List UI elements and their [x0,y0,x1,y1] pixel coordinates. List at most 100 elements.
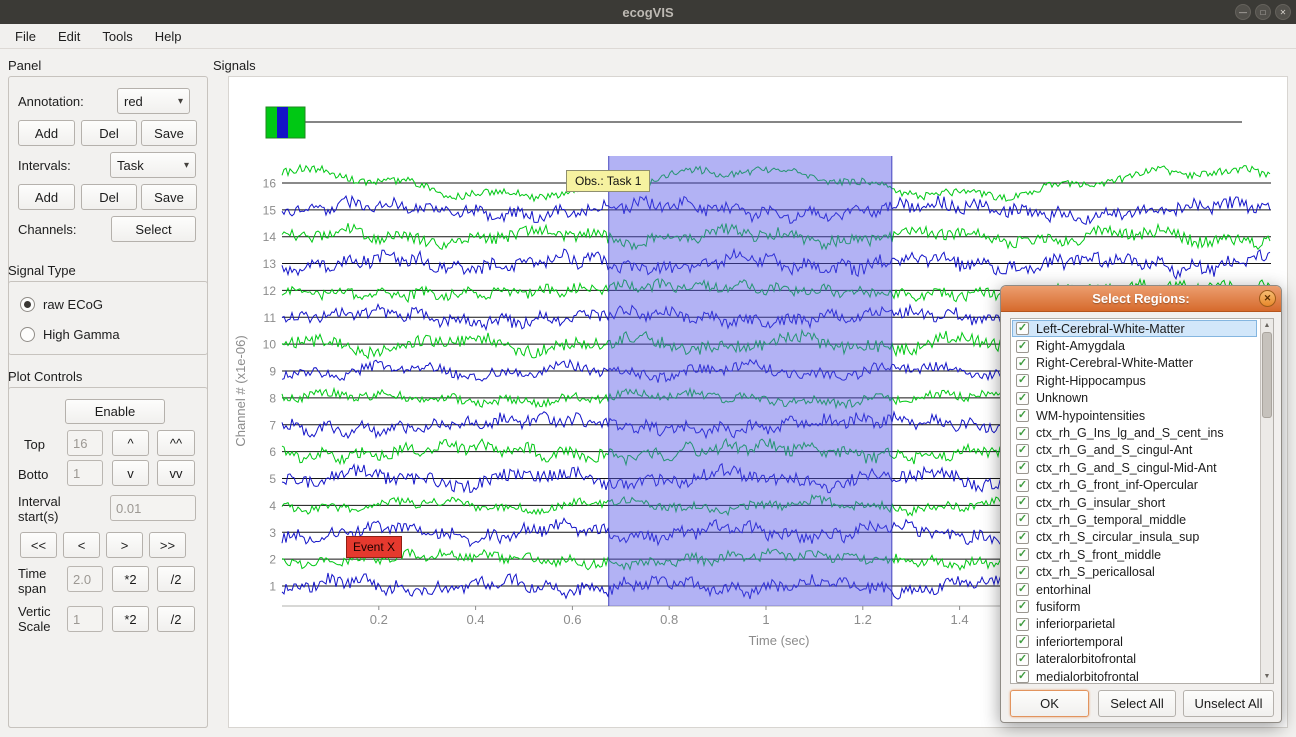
checkbox-checked-icon[interactable]: ✓ [1016,670,1029,683]
dialog-titlebar[interactable]: Select Regions: ✕ [1001,286,1281,312]
region-list-item[interactable]: ✓ WM-hypointensities [1012,407,1257,424]
event-annotation-label[interactable]: Event X [346,536,402,558]
region-list-item[interactable]: ✓ ctx_rh_S_circular_insula_sup [1012,529,1257,546]
menu-help[interactable]: Help [144,24,193,48]
checkbox-checked-icon[interactable]: ✓ [1016,600,1029,613]
menu-tools[interactable]: Tools [91,24,143,48]
region-list-item[interactable]: ✓ Right-Hippocampus [1012,372,1257,389]
checkbox-checked-icon[interactable]: ✓ [1016,374,1029,387]
region-name: ctx_rh_G_insular_short [1036,496,1165,510]
annotation-del-button[interactable]: Del [81,120,137,146]
maximize-button[interactable]: □ [1255,4,1271,20]
y-tick-label: 4 [269,499,276,513]
menu-edit[interactable]: Edit [47,24,91,48]
checkbox-checked-icon[interactable]: ✓ [1016,427,1029,440]
region-list-scrollbar[interactable]: ▲ ▼ [1260,319,1273,683]
channel-up-button[interactable]: ^ [112,430,149,456]
region-list-item[interactable]: ✓ ctx_rh_G_temporal_middle [1012,511,1257,528]
region-list-item[interactable]: ✓ inferiortemporal [1012,633,1257,650]
checkbox-checked-icon[interactable]: ✓ [1016,392,1029,405]
region-list-item[interactable]: ✓ Right-Cerebral-White-Matter [1012,355,1257,372]
select-all-button[interactable]: Select All [1098,690,1176,717]
minimize-button[interactable]: — [1235,4,1251,20]
intervals-add-button[interactable]: Add [18,184,75,210]
checkbox-checked-icon[interactable]: ✓ [1016,513,1029,526]
timeline-window-indicator[interactable] [277,107,288,138]
scrollbar-thumb[interactable] [1262,332,1272,418]
checkbox-checked-icon[interactable]: ✓ [1016,531,1029,544]
time-span-input[interactable] [67,566,103,592]
intervals-save-button[interactable]: Save [141,184,197,210]
vertical-scale-double-button[interactable]: *2 [112,606,149,632]
intervals-select[interactable]: Task ▾ [110,152,196,178]
top-channel-input[interactable] [67,430,103,456]
step-forward-button[interactable]: > [106,532,143,558]
checkbox-checked-icon[interactable]: ✓ [1016,357,1029,370]
time-span-half-button[interactable]: /2 [157,566,195,592]
region-list-item[interactable]: ✓ Left-Cerebral-White-Matter [1012,320,1257,337]
vertical-scale-input[interactable] [67,606,103,632]
region-list-item[interactable]: ✓ lateralorbitofrontal [1012,650,1257,667]
checkbox-checked-icon[interactable]: ✓ [1016,322,1029,335]
region-list-item[interactable]: ✓ entorhinal [1012,581,1257,598]
region-list-item[interactable]: ✓ ctx_rh_G_and_S_cingul-Mid-Ant [1012,459,1257,476]
annotation-add-button[interactable]: Add [18,120,75,146]
interval-start-input[interactable] [110,495,196,521]
checkbox-checked-icon[interactable]: ✓ [1016,496,1029,509]
page-back-button[interactable]: << [20,532,57,558]
menu-file[interactable]: File [4,24,47,48]
ok-button[interactable]: OK [1010,690,1089,717]
region-list-item[interactable]: ✓ Unknown [1012,390,1257,407]
panel-section-title: Panel [8,58,41,73]
region-list-item[interactable]: ✓ ctx_rh_G_insular_short [1012,494,1257,511]
channel-down-fast-button[interactable]: vv [157,460,195,486]
scroll-up-icon[interactable]: ▲ [1261,319,1273,332]
region-list-item[interactable]: ✓ ctx_rh_G_and_S_cingul-Ant [1012,442,1257,459]
checkbox-checked-icon[interactable]: ✓ [1016,618,1029,631]
close-button[interactable]: ✕ [1275,4,1291,20]
checkbox-checked-icon[interactable]: ✓ [1016,479,1029,492]
interval-annotation-label[interactable]: Obs.: Task 1 [566,170,650,192]
radio-high-gamma[interactable]: High Gamma [20,326,120,343]
intervals-del-button[interactable]: Del [81,184,137,210]
signal-type-title: Signal Type [8,263,76,278]
checkbox-checked-icon[interactable]: ✓ [1016,653,1029,666]
enable-button[interactable]: Enable [65,399,165,424]
annotation-save-button[interactable]: Save [141,120,197,146]
checkbox-checked-icon[interactable]: ✓ [1016,409,1029,422]
region-list-item[interactable]: ✓ Right-Amygdala [1012,337,1257,354]
channel-down-button[interactable]: v [112,460,149,486]
dialog-close-button[interactable]: ✕ [1259,290,1276,307]
bottom-channel-input[interactable] [67,460,103,486]
scroll-down-icon[interactable]: ▼ [1261,670,1273,683]
checkbox-checked-icon[interactable]: ✓ [1016,548,1029,561]
region-name: Right-Cerebral-White-Matter [1036,356,1193,370]
region-list-item[interactable]: ✓ ctx_rh_S_pericallosal [1012,563,1257,580]
radio-unselected-icon [20,327,35,342]
vertical-scale-half-button[interactable]: /2 [157,606,195,632]
region-name: inferiorparietal [1036,617,1115,631]
region-list-item[interactable]: ✓ ctx_rh_S_front_middle [1012,546,1257,563]
region-name: ctx_rh_G_Ins_lg_and_S_cent_ins [1036,426,1224,440]
region-list-item[interactable]: ✓ ctx_rh_G_Ins_lg_and_S_cent_ins [1012,424,1257,441]
region-list-item[interactable]: ✓ ctx_rh_G_front_inf-Opercular [1012,477,1257,494]
checkbox-checked-icon[interactable]: ✓ [1016,635,1029,648]
task-interval-overlay[interactable] [609,156,892,606]
channels-select-button[interactable]: Select [111,216,196,242]
channel-up-fast-button[interactable]: ^^ [157,430,195,456]
checkbox-checked-icon[interactable]: ✓ [1016,444,1029,457]
region-list-item[interactable]: ✓ medialorbitofrontal [1012,668,1257,684]
annotation-select[interactable]: red ▾ [117,88,190,114]
time-span-double-button[interactable]: *2 [112,566,149,592]
checkbox-checked-icon[interactable]: ✓ [1016,340,1029,353]
channels-label: Channels: [18,222,77,237]
step-back-button[interactable]: < [63,532,100,558]
unselect-all-button[interactable]: Unselect All [1183,690,1274,717]
checkbox-checked-icon[interactable]: ✓ [1016,461,1029,474]
checkbox-checked-icon[interactable]: ✓ [1016,566,1029,579]
region-list-item[interactable]: ✓ inferiorparietal [1012,616,1257,633]
checkbox-checked-icon[interactable]: ✓ [1016,583,1029,596]
page-forward-button[interactable]: >> [149,532,186,558]
region-list-item[interactable]: ✓ fusiform [1012,598,1257,615]
radio-raw-ecog[interactable]: raw ECoG [20,296,103,313]
